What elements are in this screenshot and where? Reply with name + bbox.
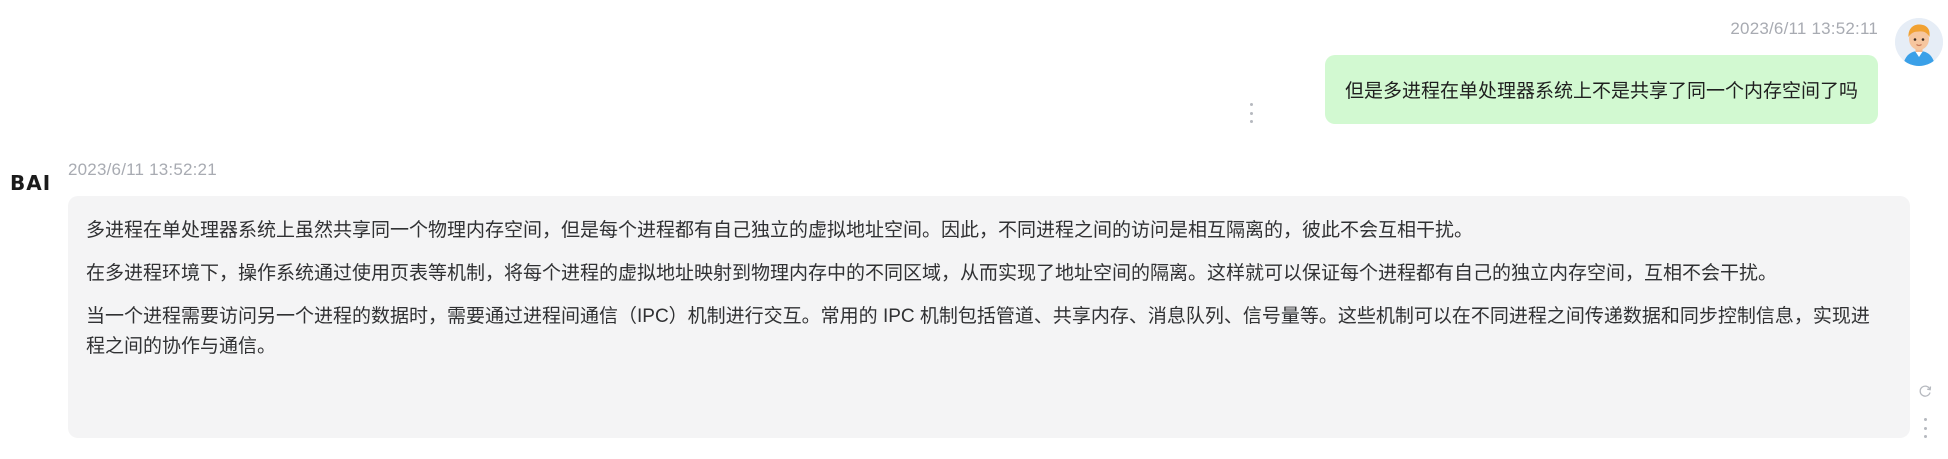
assistant-message-more-icon[interactable]: [1922, 418, 1928, 438]
user-message-bubble[interactable]: 但是多进程在单处理器系统上不是共享了同一个内存空间了吗: [1324, 55, 1878, 124]
user-message-timestamp: 2023/6/11 13:52:11: [1730, 19, 1878, 38]
user-message-text: 但是多进程在单处理器系统上不是共享了同一个内存空间了吗: [1344, 81, 1858, 102]
regenerate-icon[interactable]: [1918, 384, 1932, 398]
assistant-paragraph-1: 多进程在单处理器系统上虽然共享同一个物理内存空间，但是每个进程都有自己独立的虚拟…: [86, 220, 1474, 241]
assistant-message-timestamp: 2023/6/11 13:52:21: [68, 160, 217, 179]
assistant-logo: BAI: [10, 171, 52, 195]
chat-page: 2023/6/11 13:52:11 但是多进程在单处理器系统上不是共享了同一个…: [0, 0, 1948, 459]
assistant-message-bubble[interactable]: 多进程在单处理器系统上虽然共享同一个物理内存空间，但是每个进程都有自己独立的虚拟…: [68, 196, 1910, 438]
assistant-paragraph-2: 在多进程环境下，操作系统通过使用页表等机制，将每个进程的虚拟地址映射到物理内存中…: [86, 263, 1778, 284]
user-avatar[interactable]: [1895, 18, 1943, 66]
user-avatar-icon: [1895, 18, 1943, 66]
assistant-paragraph-3: 当一个进程需要访问另一个进程的数据时，需要通过进程间通信（IPC）机制进行交互。…: [86, 306, 1870, 357]
user-message-more-icon[interactable]: [1248, 103, 1254, 123]
